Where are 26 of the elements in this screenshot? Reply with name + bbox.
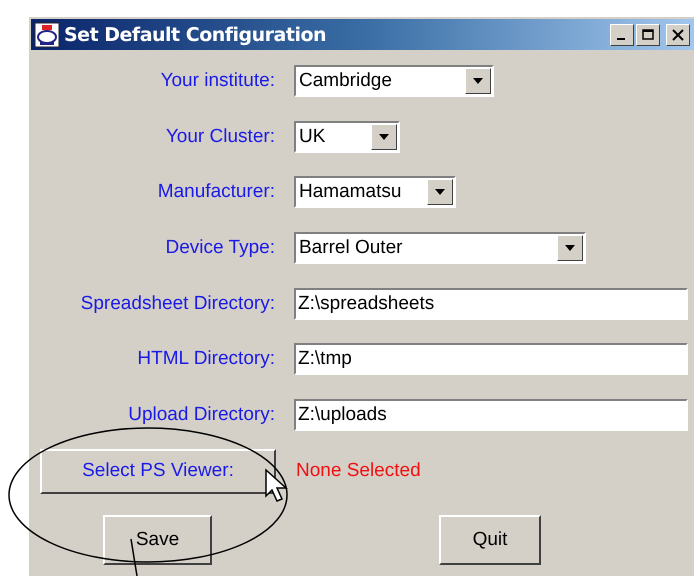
quit-button[interactable]: Quit <box>439 514 541 565</box>
field-label: HTML Directory: <box>136 348 275 370</box>
field-label: Your Cluster: <box>164 126 275 148</box>
viewer-status: None Selected <box>296 460 421 482</box>
field-label: Upload Directory: <box>127 404 275 426</box>
field-label: Manufacturer: <box>156 181 275 204</box>
maximize-button[interactable] <box>636 24 660 46</box>
field-label: Device Type: <box>164 236 275 259</box>
close-button[interactable] <box>666 24 690 46</box>
app-icon <box>34 22 60 48</box>
text-field[interactable]: Z:\spreadsheets <box>294 288 688 320</box>
window-title: Set Default Configuration <box>64 24 326 46</box>
dropdown[interactable]: UK <box>294 120 400 153</box>
minimize-button[interactable] <box>610 24 634 46</box>
dropdown[interactable]: Hamamatsu <box>294 176 456 208</box>
dropdown[interactable]: Barrel Outer <box>294 232 586 264</box>
dropdown[interactable]: Cambridge <box>294 64 494 97</box>
maximize-icon[interactable] <box>642 28 654 40</box>
text-field[interactable]: Z:\tmp <box>294 343 688 376</box>
field-label: Your institute: <box>160 70 275 92</box>
save-button[interactable]: Save <box>103 514 212 565</box>
close-icon[interactable] <box>672 28 684 40</box>
text-field[interactable]: Z:\uploads <box>294 398 688 431</box>
select-viewer-button[interactable]: Select PS Viewer: <box>40 448 276 494</box>
mouse-cursor-icon <box>264 468 290 504</box>
field-label: Spreadsheet Directory: <box>80 292 275 315</box>
